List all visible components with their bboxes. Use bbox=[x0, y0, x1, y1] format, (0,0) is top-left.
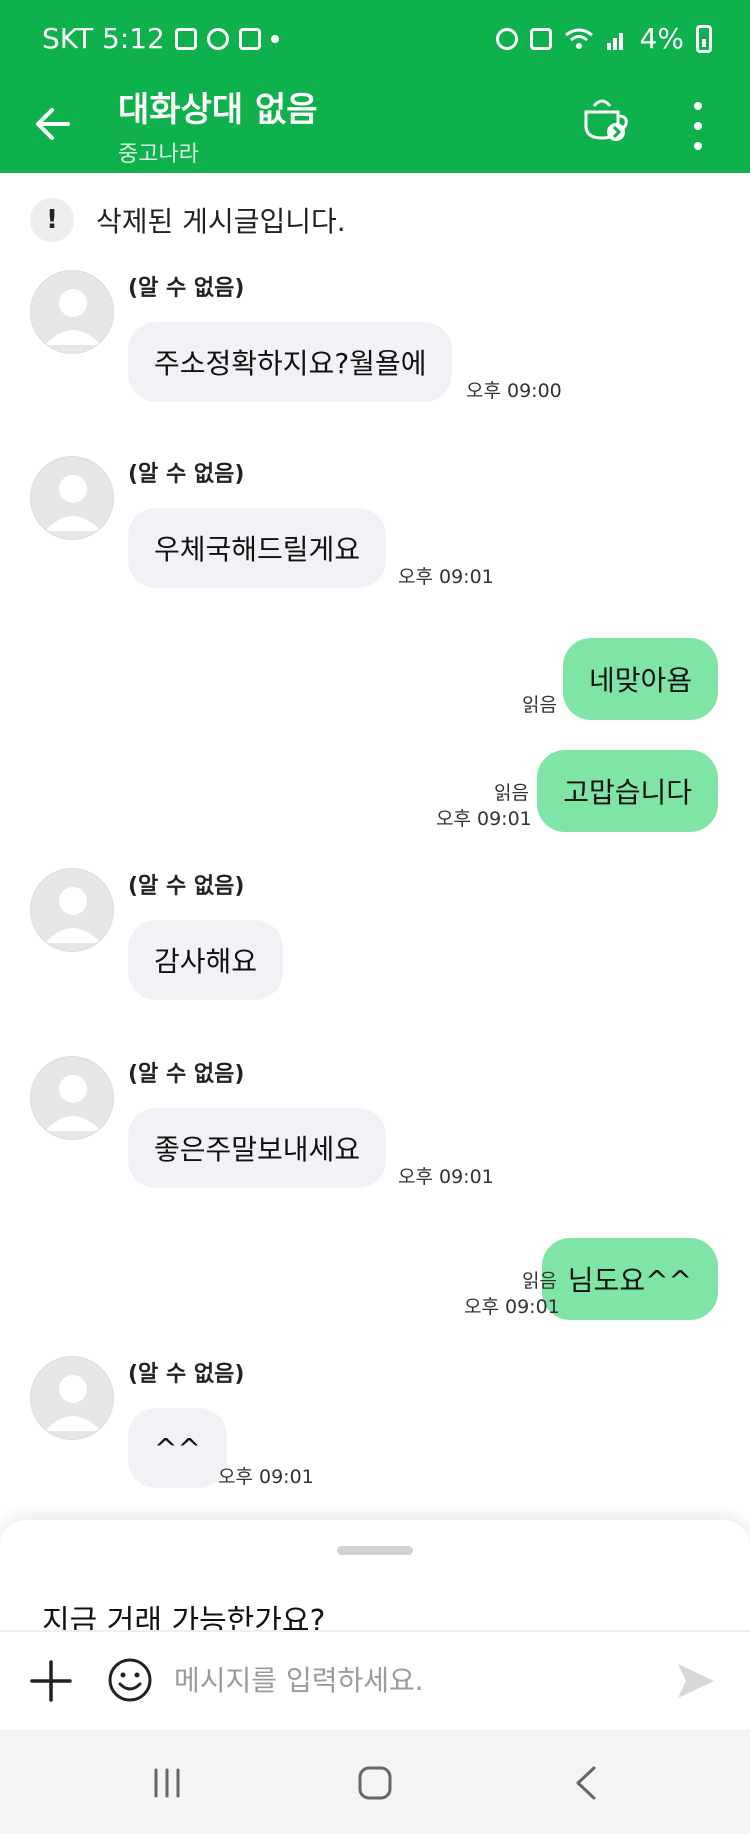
deleted-post-notice: ! 삭제된 게시글입니다. bbox=[30, 198, 346, 242]
battery-percent: 4% bbox=[639, 22, 684, 55]
product-cup-icon[interactable] bbox=[578, 92, 632, 146]
sender-name: (알 수 없음) bbox=[128, 462, 245, 487]
message-input[interactable] bbox=[174, 1650, 654, 1710]
message-time: 오후 09:01 bbox=[464, 1296, 560, 1318]
avatar[interactable] bbox=[30, 868, 114, 952]
exclamation-icon: ! bbox=[30, 198, 74, 242]
read-receipt: 읽음 bbox=[494, 782, 529, 804]
read-receipt: 읽음 bbox=[522, 694, 557, 716]
mute-icon bbox=[529, 27, 552, 50]
avatar[interactable] bbox=[30, 1056, 114, 1140]
message-time: 오후 09:01 bbox=[398, 1166, 494, 1188]
status-bar: SKT 5:12 4% bbox=[0, 0, 750, 80]
system-back-icon[interactable] bbox=[562, 1758, 612, 1808]
sheet-drag-handle[interactable] bbox=[337, 1546, 413, 1555]
alarm-icon bbox=[495, 27, 518, 50]
system-navigation-bar bbox=[0, 1730, 750, 1834]
outgoing-bubble[interactable]: 님도요^^ bbox=[541, 1238, 718, 1320]
sender-name: (알 수 없음) bbox=[128, 276, 245, 301]
app-header: SKT 5:12 4% 대화상대 없음 중고나라 bbox=[0, 0, 750, 173]
home-icon[interactable] bbox=[350, 1758, 400, 1808]
battery-icon bbox=[696, 24, 712, 53]
message-input-bar bbox=[0, 1632, 750, 1728]
message-time: 오후 09:01 bbox=[436, 808, 532, 830]
avatar[interactable] bbox=[30, 456, 114, 540]
carrier-time: SKT 5:12 bbox=[42, 22, 165, 55]
avatar[interactable] bbox=[30, 270, 114, 354]
wifi-icon bbox=[564, 28, 593, 49]
back-arrow-icon[interactable] bbox=[28, 96, 84, 152]
plus-icon[interactable] bbox=[28, 1658, 74, 1704]
sender-name: (알 수 없음) bbox=[128, 874, 245, 899]
chat-list[interactable]: (알 수 없음) 주소정확하지요?월욜에 오후 09:00 (알 수 없음) 우… bbox=[0, 260, 750, 1500]
gallery-icon bbox=[174, 27, 197, 50]
message-time: 오후 09:01 bbox=[218, 1466, 314, 1488]
sender-name: (알 수 없음) bbox=[128, 1362, 245, 1387]
avatar[interactable] bbox=[30, 1356, 114, 1440]
read-receipt: 읽음 bbox=[522, 1270, 557, 1292]
send-icon[interactable] bbox=[672, 1658, 718, 1704]
message-time: 오후 09:00 bbox=[466, 380, 562, 402]
notice-text: 삭제된 게시글입니다. bbox=[96, 205, 346, 238]
more-options-icon[interactable] bbox=[692, 102, 704, 150]
app-bar: 대화상대 없음 중고나라 bbox=[0, 80, 750, 173]
chat-title: 대화상대 없음 bbox=[118, 90, 318, 130]
outgoing-bubble[interactable]: 고맙습니다 bbox=[537, 750, 718, 832]
incoming-bubble[interactable]: 좋은주말보내세요 bbox=[128, 1108, 387, 1188]
recent-apps-icon[interactable] bbox=[142, 1758, 192, 1808]
incoming-bubble[interactable]: 감사해요 bbox=[128, 920, 284, 1000]
incoming-bubble[interactable]: ^^ bbox=[128, 1408, 227, 1488]
notification-dot-icon bbox=[270, 34, 279, 43]
emoji-icon[interactable] bbox=[106, 1656, 154, 1704]
message-time: 오후 09:01 bbox=[398, 566, 494, 588]
youtube-icon bbox=[238, 27, 261, 50]
incoming-bubble[interactable]: 주소정확하지요?월욜에 bbox=[128, 322, 453, 402]
signal-icon bbox=[606, 32, 623, 50]
chat-subtitle: 중고나라 bbox=[118, 142, 199, 167]
sender-name: (알 수 없음) bbox=[128, 1062, 245, 1087]
app-icon bbox=[206, 27, 229, 50]
outgoing-bubble[interactable]: 네맞아욤 bbox=[562, 638, 718, 720]
incoming-bubble[interactable]: 우체국해드릴게요 bbox=[128, 508, 387, 588]
